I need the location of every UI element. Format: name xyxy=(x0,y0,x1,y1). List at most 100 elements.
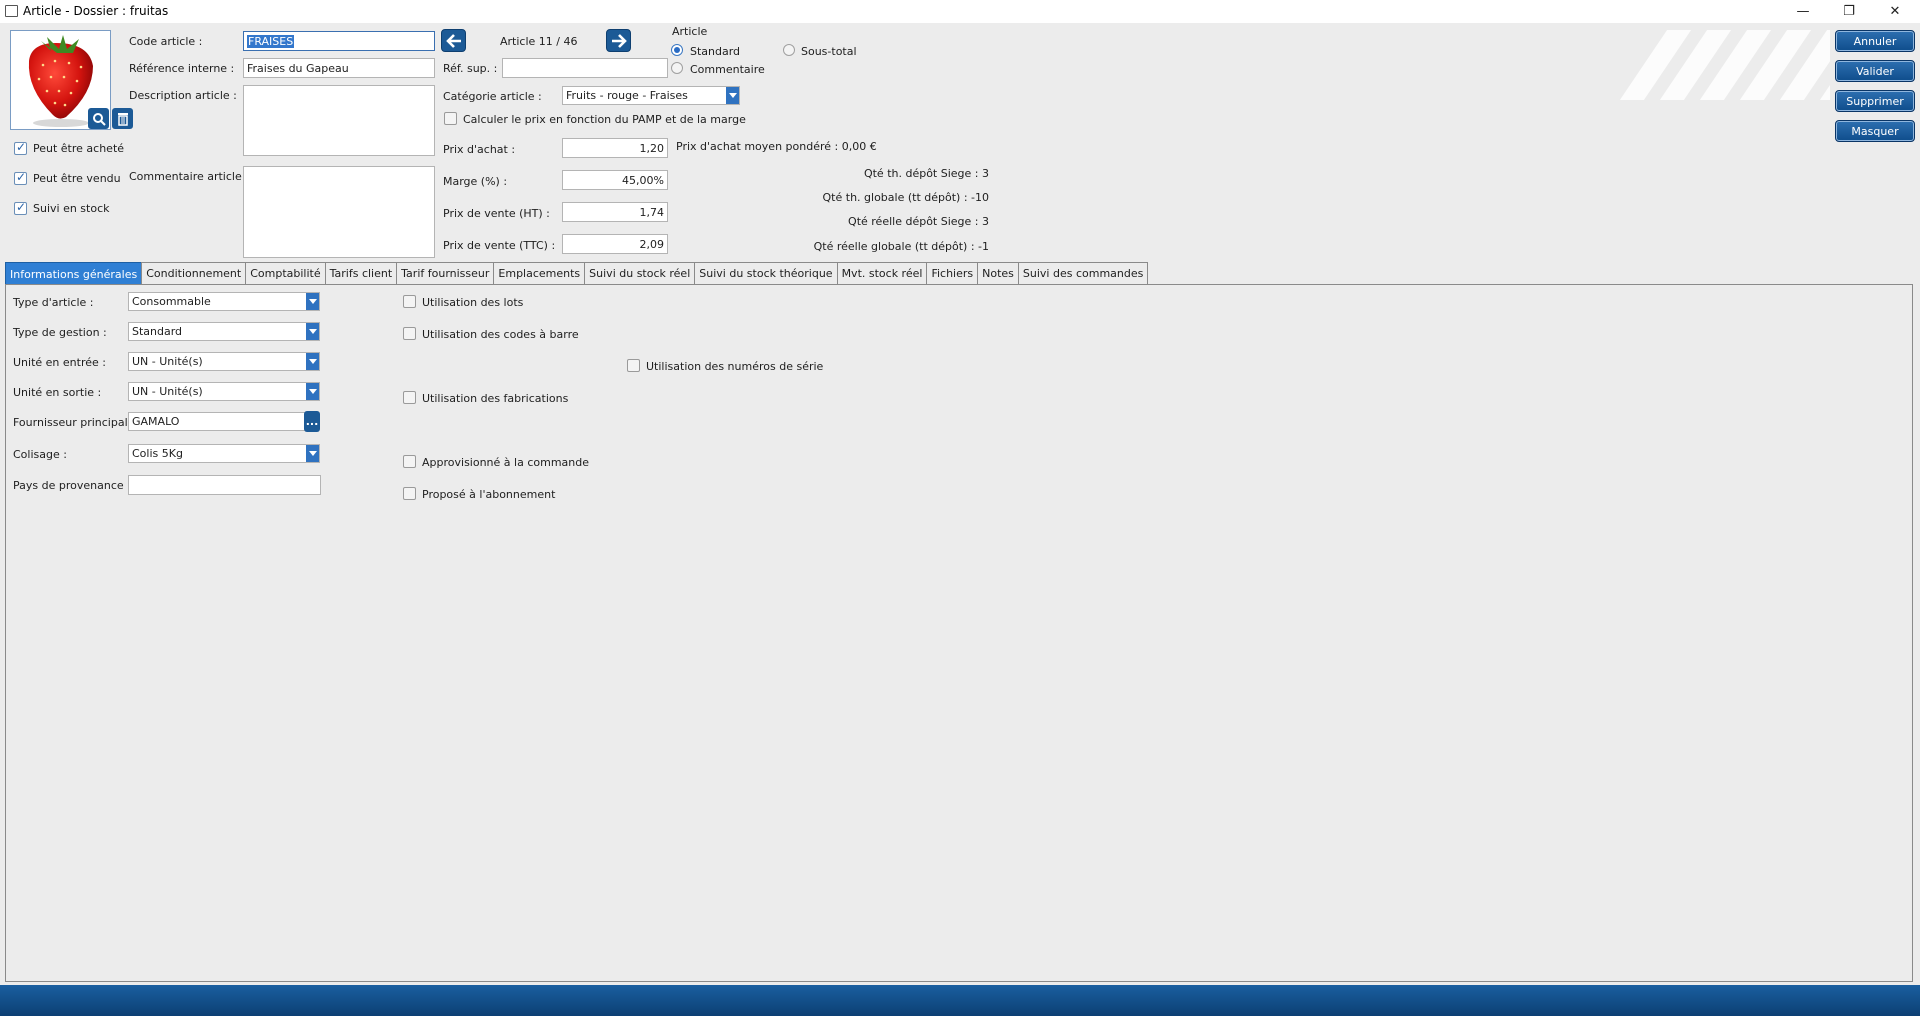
valider-button[interactable]: Valider xyxy=(1835,60,1915,82)
pays-input[interactable] xyxy=(128,475,321,495)
sous-total-radio-label: Sous-total xyxy=(801,45,857,58)
prix-ht-label: Prix de vente (HT) : xyxy=(443,207,550,220)
commentaire-textarea[interactable] xyxy=(243,166,435,258)
reference-interne-label: Référence interne : xyxy=(129,62,235,75)
marge-input[interactable]: 45,00% xyxy=(562,170,668,190)
arrow-left-icon xyxy=(445,33,461,48)
peut-etre-vendu-checkbox[interactable] xyxy=(14,170,27,185)
close-button[interactable]: ✕ xyxy=(1872,0,1918,22)
window-title: Article - Dossier : fruitas xyxy=(23,4,169,18)
prix-ttc-input[interactable]: 2,09 xyxy=(562,234,668,254)
propose-abonnement-label: Proposé à l'abonnement xyxy=(422,488,556,501)
annuler-button[interactable]: Annuler xyxy=(1835,30,1915,52)
magnifier-icon xyxy=(92,112,106,126)
prix-ht-input[interactable]: 1,74 xyxy=(562,202,668,222)
ref-sup-input[interactable] xyxy=(502,58,668,78)
fournisseur-input[interactable]: GAMALO xyxy=(128,412,306,431)
commentaire-radio[interactable] xyxy=(671,62,683,74)
chevron-down-icon[interactable] xyxy=(726,87,739,104)
tab-notes[interactable]: Notes xyxy=(977,262,1019,284)
utilisation-codes-barre-checkbox[interactable] xyxy=(403,327,416,340)
unite-sortie-value: UN - Unité(s) xyxy=(132,385,203,398)
unite-sortie-select[interactable]: UN - Unité(s) xyxy=(128,382,320,401)
prix-achat-label: Prix d'achat : xyxy=(443,143,516,156)
decorative-stripes xyxy=(1600,30,1830,100)
prix-achat-input[interactable]: 1,20 xyxy=(562,138,668,158)
standard-radio-label: Standard xyxy=(690,45,741,58)
minimize-button[interactable]: — xyxy=(1780,0,1826,22)
fournisseur-browse-button[interactable]: ... xyxy=(304,411,320,432)
chevron-down-icon[interactable] xyxy=(306,445,319,462)
reference-interne-input[interactable]: Fraises du Gapeau xyxy=(243,58,435,78)
pays-label: Pays de provenance : xyxy=(13,479,131,492)
restore-button[interactable]: ❐ xyxy=(1826,0,1872,22)
tab-bar: Informations générales Conditionnement C… xyxy=(5,262,1149,285)
tab-comptabilite[interactable]: Comptabilité xyxy=(245,262,326,284)
peut-etre-achete-checkbox[interactable] xyxy=(14,140,27,155)
article-counter: Article 11 / 46 xyxy=(500,35,578,48)
calc-prix-label: Calculer le prix en fonction du PAMP et … xyxy=(463,113,746,126)
chevron-down-icon[interactable] xyxy=(306,383,319,400)
type-gestion-value: Standard xyxy=(132,325,183,338)
tab-suivi-stock-theorique[interactable]: Suivi du stock théorique xyxy=(694,262,838,284)
calc-prix-checkbox[interactable] xyxy=(444,112,457,125)
marge-label: Marge (%) : xyxy=(443,175,508,188)
tab-informations-generales[interactable]: Informations générales xyxy=(5,262,143,285)
categorie-select[interactable]: Fruits - rouge - Fraises xyxy=(562,86,740,105)
commentaire-radio-label: Commentaire xyxy=(690,63,765,76)
delete-image-button[interactable] xyxy=(112,108,133,129)
propose-abonnement-checkbox[interactable] xyxy=(403,487,416,500)
tab-tarif-fournisseur[interactable]: Tarif fournisseur xyxy=(396,262,495,284)
standard-radio[interactable] xyxy=(671,44,683,56)
colisage-select[interactable]: Colis 5Kg xyxy=(128,444,320,463)
utilisation-numeros-serie-checkbox[interactable] xyxy=(627,359,640,372)
article-type-group-label: Article xyxy=(672,25,708,38)
tab-fichiers[interactable]: Fichiers xyxy=(926,262,979,284)
approvisionne-commande-checkbox[interactable] xyxy=(403,455,416,468)
utilisation-fabrications-checkbox[interactable] xyxy=(403,391,416,404)
chevron-down-icon[interactable] xyxy=(306,323,319,340)
fournisseur-value: GAMALO xyxy=(132,415,180,428)
utilisation-fabrications-label: Utilisation des fabrications xyxy=(422,392,569,405)
colisage-label: Colisage : xyxy=(13,448,67,461)
title-bar: Article - Dossier : fruitas — ❐ ✕ xyxy=(0,0,1920,23)
code-article-label: Code article : xyxy=(129,35,203,48)
categorie-label: Catégorie article : xyxy=(443,90,542,103)
type-gestion-select[interactable]: Standard xyxy=(128,322,320,341)
suivi-stock-label: Suivi en stock xyxy=(33,202,110,215)
prix-ttc-label: Prix de vente (TTC) : xyxy=(443,239,556,252)
utilisation-lots-checkbox[interactable] xyxy=(403,295,416,308)
tab-emplacements[interactable]: Emplacements xyxy=(493,262,586,284)
previous-article-button[interactable] xyxy=(441,29,466,52)
pamp-text: Prix d'achat moyen pondéré : 0,00 € xyxy=(676,140,877,153)
fournisseur-label: Fournisseur principal : xyxy=(13,416,135,429)
masquer-button[interactable]: Masquer xyxy=(1835,120,1915,142)
supprimer-button[interactable]: Supprimer xyxy=(1835,90,1915,112)
utilisation-lots-label: Utilisation des lots xyxy=(422,296,524,309)
unite-entree-select[interactable]: UN - Unité(s) xyxy=(128,352,320,371)
code-article-input[interactable]: FRAISES xyxy=(243,31,435,51)
general-info-panel: Type d'article : Consommable Type de ges… xyxy=(5,284,1913,982)
status-bar xyxy=(0,985,1920,1016)
chevron-down-icon[interactable] xyxy=(306,293,319,310)
arrow-right-icon xyxy=(611,33,627,48)
commentaire-label: Commentaire article : xyxy=(129,170,249,183)
suivi-stock-checkbox[interactable] xyxy=(14,200,27,215)
ref-sup-label: Réf. sup. : xyxy=(443,62,498,75)
utilisation-numeros-serie-label: Utilisation des numéros de série xyxy=(646,360,824,373)
type-article-select[interactable]: Consommable xyxy=(128,292,320,311)
unite-sortie-label: Unité en sortie : xyxy=(13,386,102,399)
tab-conditionnement[interactable]: Conditionnement xyxy=(141,262,247,284)
tab-mvt-stock-reel[interactable]: Mvt. stock réel xyxy=(836,262,928,284)
tab-tarifs-client[interactable]: Tarifs client xyxy=(324,262,398,284)
qte-th-depot: Qté th. dépôt Siege : 3 xyxy=(863,167,989,180)
tab-suivi-commandes[interactable]: Suivi des commandes xyxy=(1017,262,1149,284)
next-article-button[interactable] xyxy=(606,29,631,52)
description-textarea[interactable] xyxy=(243,85,435,156)
tab-suivi-stock-reel[interactable]: Suivi du stock réel xyxy=(584,262,696,284)
peut-etre-achete-label: Peut être acheté xyxy=(33,142,125,155)
sous-total-radio[interactable] xyxy=(783,44,795,56)
chevron-down-icon[interactable] xyxy=(306,353,319,370)
search-image-button[interactable] xyxy=(88,108,109,129)
type-article-label: Type d'article : xyxy=(13,296,94,309)
